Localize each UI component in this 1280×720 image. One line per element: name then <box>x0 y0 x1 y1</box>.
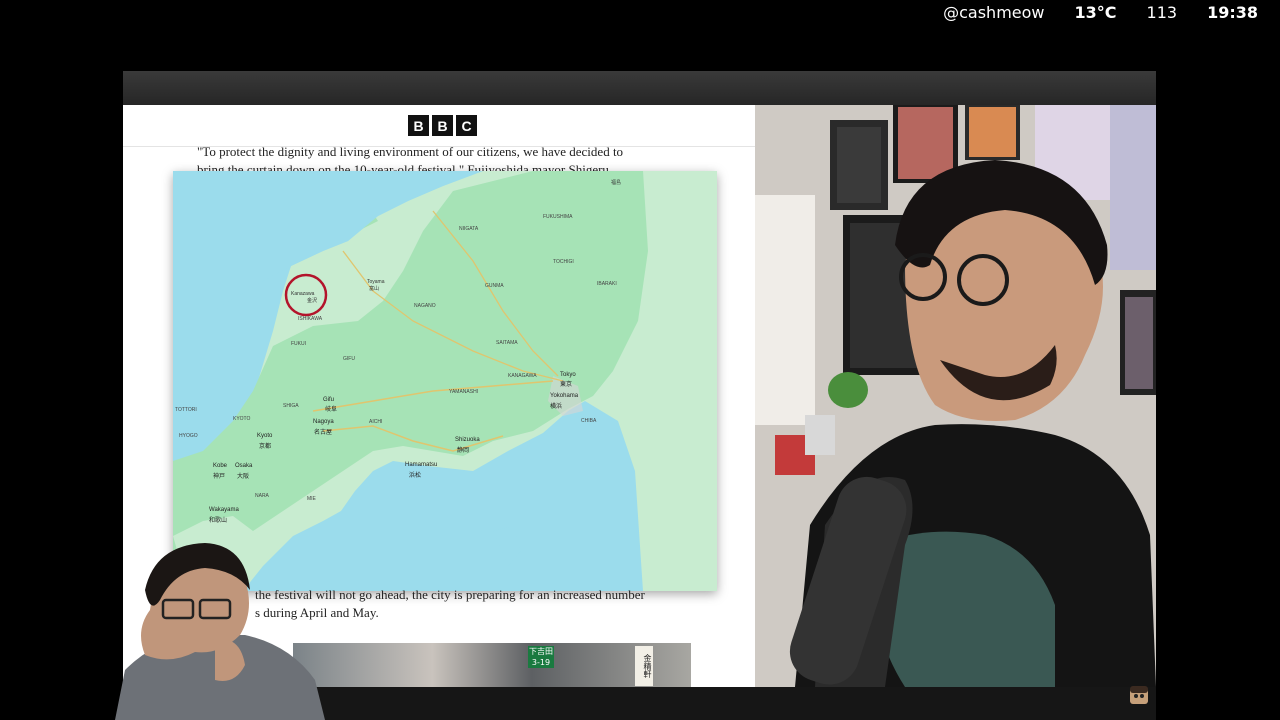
map-label: 神戸 <box>213 474 226 480</box>
road-sign: 下吉田 3-19 <box>528 646 554 668</box>
stream-status-bar: @cashmeow 13°C 113 19:38 <box>943 0 1258 24</box>
map-label: TOTTORI <box>175 407 197 413</box>
webcam-scene <box>755 105 1156 687</box>
map-label: Shizuoka <box>455 437 480 443</box>
map-label: ISHIKAWA <box>298 316 323 322</box>
map-graphic <box>173 171 717 591</box>
viewer-count: 113 <box>1146 2 1178 22</box>
japan-map[interactable]: Kanazawa 金沢 Toyama 富山 NIIGATA FUKUSHIMA … <box>173 171 717 591</box>
map-label: SAITAMA <box>496 340 518 346</box>
map-label: AICHI <box>369 419 383 425</box>
map-label: CHIBA <box>581 418 597 424</box>
map-label: Osaka <box>235 463 253 469</box>
map-label: NIIGATA <box>459 226 479 232</box>
guest-webcam <box>115 540 325 720</box>
map-label: KYOTO <box>233 416 251 422</box>
clock: 19:38 <box>1207 2 1258 22</box>
shop-sign: 金精軒 <box>635 646 653 686</box>
map-label: 京都 <box>259 444 272 450</box>
map-label: KANAGAWA <box>508 373 537 379</box>
logo-letter: B <box>408 115 429 136</box>
logo-letter: B <box>432 115 453 136</box>
article-photo[interactable]: 下吉田 3-19 金精軒 <box>293 643 691 687</box>
streamer-avatar-icon <box>1127 684 1151 708</box>
map-label: MIE <box>307 496 316 502</box>
map-label: Kobe <box>213 463 228 469</box>
map-label: Hamamatsu <box>405 462 438 468</box>
map-label: 金沢 <box>307 298 318 304</box>
map-label: 福島 <box>611 180 622 186</box>
bbc-logo[interactable]: B B C <box>408 115 477 136</box>
map-label: Gifu <box>323 397 335 403</box>
map-label: 静岡 <box>457 448 470 454</box>
browser-top-bar <box>123 71 1156 105</box>
map-label: 岐阜 <box>325 407 338 413</box>
channel-handle: @cashmeow <box>943 2 1045 22</box>
paragraph-line: "To protect the dignity and living envir… <box>197 144 624 159</box>
map-label: FUKUSHIMA <box>543 214 573 220</box>
map-label: 横浜 <box>550 404 563 410</box>
map-label: FUKUI <box>291 341 306 347</box>
map-label: 大阪 <box>237 474 250 480</box>
map-label: YAMANASHI <box>449 389 479 395</box>
map-label: 名古屋 <box>314 430 333 436</box>
map-label: SHIGA <box>283 403 299 409</box>
map-label: IBARAKI <box>597 281 617 287</box>
streamer-webcam <box>755 105 1156 687</box>
map-label: Wakayama <box>209 507 239 513</box>
sign-number: 3-19 <box>531 658 551 667</box>
guest-scene <box>115 543 325 720</box>
logo-letter: C <box>456 115 477 136</box>
sign-top-text: 下吉田 <box>529 647 553 656</box>
map-label: Nagoya <box>313 419 334 425</box>
map-label: HYOGO <box>179 433 198 439</box>
map-label: TOCHIGI <box>553 259 574 265</box>
map-label: Kyoto <box>257 433 273 439</box>
map-label: 富山 <box>369 286 380 292</box>
map-label: 浜松 <box>409 473 422 479</box>
map-label: GIFU <box>343 356 355 362</box>
map-label: Yokohama <box>550 393 579 399</box>
map-label: 和歌山 <box>209 518 228 524</box>
map-label: 東京 <box>560 382 573 388</box>
map-label: NAGANO <box>414 303 436 309</box>
map-label: NARA <box>255 493 269 499</box>
map-label: GUNMA <box>485 283 504 289</box>
temperature-readout: 13°C <box>1074 2 1117 22</box>
map-label: Tokyo <box>560 372 576 378</box>
